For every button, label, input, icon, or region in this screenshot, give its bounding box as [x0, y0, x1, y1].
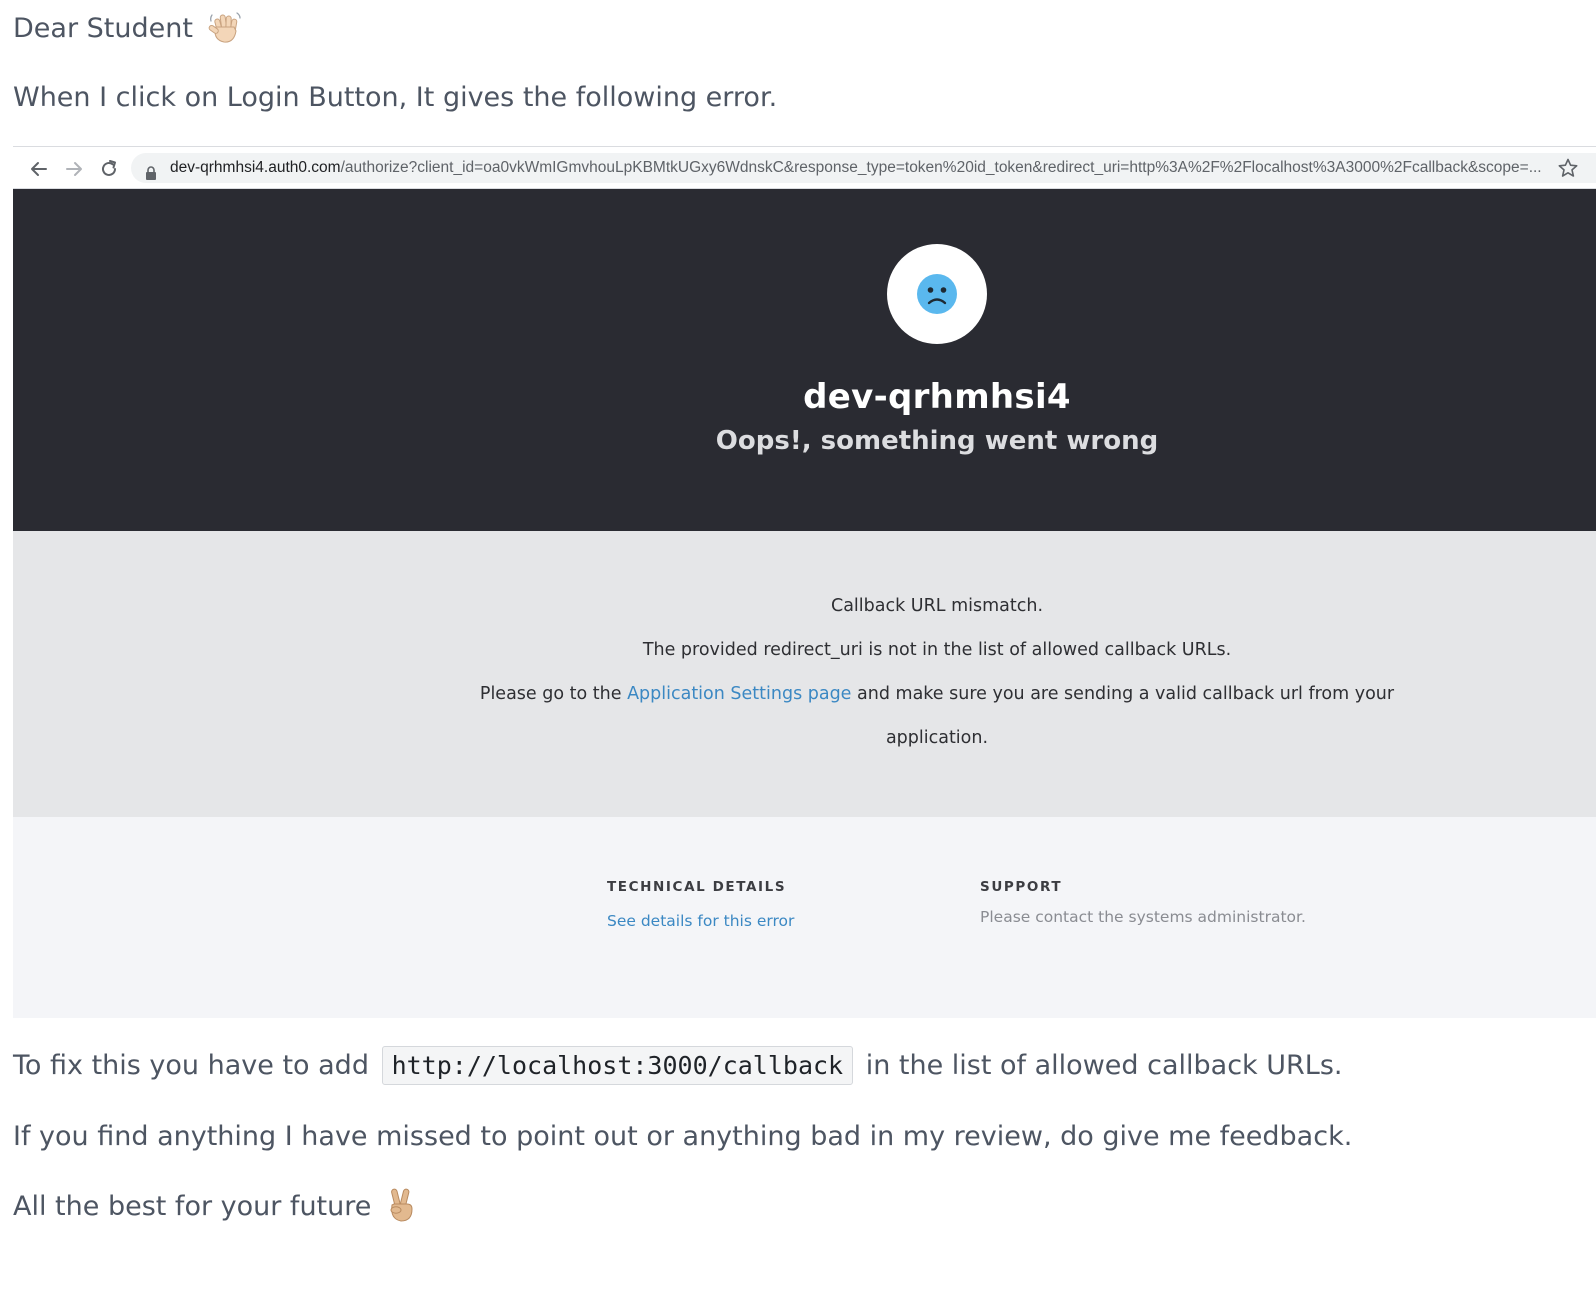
forward-arrow-icon[interactable] [63, 158, 85, 180]
error-screenshot: dev-qrhmhsi4.auth0.com/authorize?client_… [13, 146, 1596, 1018]
technical-details-heading: TECHNICAL DETAILS [607, 879, 787, 895]
greeting-line: Dear Student [13, 9, 242, 47]
lock-icon [145, 161, 157, 180]
victory-hand-icon [384, 1187, 420, 1223]
reload-icon[interactable] [98, 158, 120, 180]
fix-text-before: To fix this you have to add [13, 1050, 369, 1081]
error-logo [887, 244, 987, 344]
support-text: Please contact the systems administrator… [980, 908, 1306, 926]
error-line-3-before: Please go to the [479, 684, 622, 704]
feedback-text: If you find anything I have missed to po… [13, 1121, 1353, 1152]
back-arrow-icon[interactable] [28, 158, 50, 180]
greeting-text: Dear Student [13, 13, 193, 44]
closing-text: All the best for your future [13, 1191, 372, 1222]
star-icon[interactable] [1557, 157, 1579, 179]
application-settings-link[interactable]: Application Settings page [627, 684, 851, 704]
error-footer: TECHNICAL DETAILS See details for this e… [13, 817, 1596, 1018]
browser-toolbar: dev-qrhmhsi4.auth0.com/authorize?client_… [13, 146, 1596, 189]
tenant-name: dev-qrhmhsi4 [803, 377, 1071, 417]
error-line-1: Callback URL mismatch. [830, 596, 1044, 616]
error-line-3: Please go to the Application Settings pa… [13, 684, 1596, 704]
url-path: /authorize?client_id=oa0vkWmIGmvhouLpKBM… [340, 159, 1542, 176]
support-heading: SUPPORT [980, 879, 1063, 895]
fix-paragraph: To fix this you have to add http://local… [13, 1046, 1343, 1085]
callback-url-code: http://localhost:3000/callback [381, 1046, 854, 1085]
error-line-3-after: and make sure you are sending a valid ca… [857, 684, 1395, 704]
fix-text-after: in the list of allowed callback URLs. [865, 1050, 1343, 1081]
waving-hand-icon [206, 9, 242, 45]
error-title: Oops!, something went wrong [715, 426, 1159, 456]
intro-text: When I click on Login Button, It gives t… [13, 82, 778, 113]
error-line-2: The provided redirect_uri is not in the … [642, 640, 1232, 660]
error-header: dev-qrhmhsi4 Oops!, something went wrong [13, 189, 1596, 531]
error-line-4: application. [885, 728, 989, 748]
see-error-details-link[interactable]: See details for this error [607, 912, 794, 930]
address-bar[interactable]: dev-qrhmhsi4.auth0.com/authorize?client_… [131, 153, 1596, 183]
url-domain: dev-qrhmhsi4.auth0.com [170, 159, 341, 176]
sad-face-icon [917, 274, 957, 314]
closing-line: All the best for your future [13, 1187, 420, 1225]
error-body: Callback URL mismatch. The provided redi… [13, 531, 1596, 817]
url-text: dev-qrhmhsi4.auth0.com/authorize?client_… [170, 153, 1542, 183]
